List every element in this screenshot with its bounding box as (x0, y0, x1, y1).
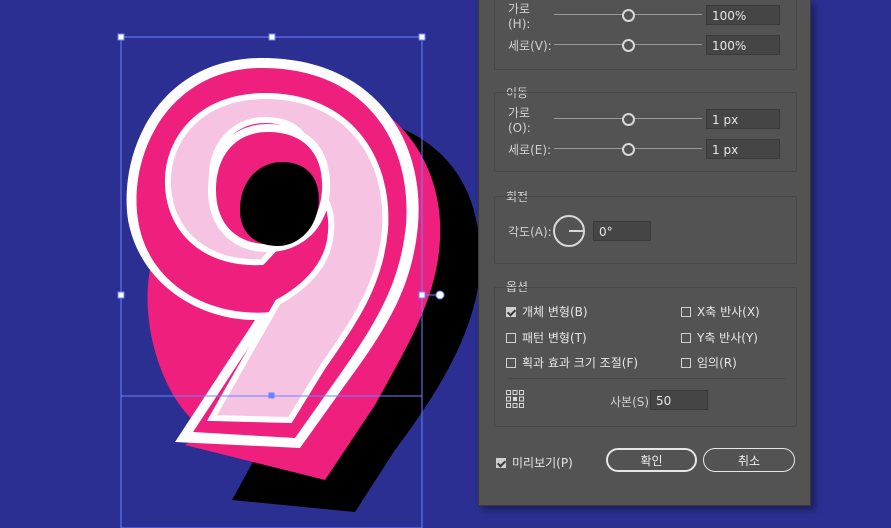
checkbox-box[interactable] (506, 357, 516, 368)
move-horizontal-input[interactable]: 1 px (706, 109, 780, 129)
rotate-angle-row: 각도(A): (508, 221, 552, 241)
reflect-x-checkbox[interactable]: X축 반사(X) (681, 303, 760, 320)
scale-vertical-slider[interactable] (554, 39, 702, 52)
transform-objects-label: 개체 변형(B) (522, 305, 588, 319)
handle-middle-right (418, 291, 426, 299)
scale-vertical-label: 세로(V): (508, 38, 552, 53)
cancel-button[interactable]: 취소 (703, 448, 795, 472)
handle-middle-left (117, 291, 125, 299)
scale-horizontal-input[interactable]: 100% (706, 5, 780, 25)
checkbox-box[interactable] (681, 357, 691, 368)
scale-strokes-label: 획과 효과 크기 조절(F) (522, 356, 639, 370)
slider-thumb[interactable] (622, 113, 635, 126)
checkbox-box[interactable] (681, 332, 691, 343)
copies-label: 사본(S) (610, 395, 650, 409)
move-vertical-label: 세로(E): (508, 142, 552, 157)
handle-center (268, 392, 275, 399)
handle-top-middle (268, 33, 276, 41)
reference-point-locator-icon[interactable] (506, 390, 524, 408)
scale-horizontal-slider[interactable] (554, 9, 702, 22)
copies-input[interactable]: 50 (650, 390, 708, 410)
rotate-handle (435, 290, 445, 300)
reflect-y-label: Y축 반사(Y) (697, 331, 758, 345)
checkbox-box[interactable] (496, 457, 506, 468)
rotate-angle-label: 각도(A): (508, 224, 552, 239)
scale-vertical-input[interactable]: 100% (706, 35, 780, 55)
scale-strokes-checkbox[interactable]: 획과 효과 크기 조절(F) (506, 354, 638, 371)
slider-thumb[interactable] (622, 143, 635, 156)
slider-thumb[interactable] (622, 9, 635, 22)
scale-horizontal-label: 가로(H): (508, 1, 531, 31)
checkbox-box[interactable] (506, 306, 516, 317)
move-vertical-input[interactable]: 1 px (706, 139, 780, 159)
move-vertical-slider[interactable] (554, 143, 702, 156)
angle-dial-icon[interactable] (552, 214, 586, 248)
transform-objects-checkbox[interactable]: 개체 변형(B) (506, 303, 588, 320)
move-vertical-row: 세로(E): (508, 139, 702, 159)
scale-vertical-row: 세로(V): (508, 35, 702, 55)
reflect-x-label: X축 반사(X) (697, 305, 760, 319)
preview-checkbox[interactable]: 미리보기(P) (496, 454, 573, 471)
handle-top-left (117, 33, 125, 41)
move-horizontal-slider[interactable] (554, 113, 702, 126)
preview-label: 미리보기(P) (512, 456, 573, 470)
transform-patterns-label: 패턴 변형(T) (522, 331, 587, 345)
transform-patterns-checkbox[interactable]: 패턴 변형(T) (506, 329, 587, 346)
rotate-angle-input[interactable]: 0° (593, 221, 651, 241)
move-horizontal-label: 가로(O): (508, 105, 531, 135)
ok-button[interactable]: 확인 (606, 448, 697, 472)
slider-thumb[interactable] (622, 39, 635, 52)
checkbox-box[interactable] (506, 332, 516, 343)
reflect-y-checkbox[interactable]: Y축 반사(Y) (681, 329, 758, 346)
random-label: 임의(R) (697, 356, 737, 370)
handle-top-right (418, 33, 426, 41)
random-checkbox[interactable]: 임의(R) (681, 354, 737, 371)
checkbox-box[interactable] (681, 306, 691, 317)
transform-each-dialog: 가로(H): 100% 세로(V): 100% 이동 가로(O): 1 px 세… (478, 0, 811, 506)
options-separator (508, 378, 785, 379)
scale-horizontal-row: 가로(H): (508, 2, 702, 31)
move-horizontal-row: 가로(O): (508, 106, 702, 135)
